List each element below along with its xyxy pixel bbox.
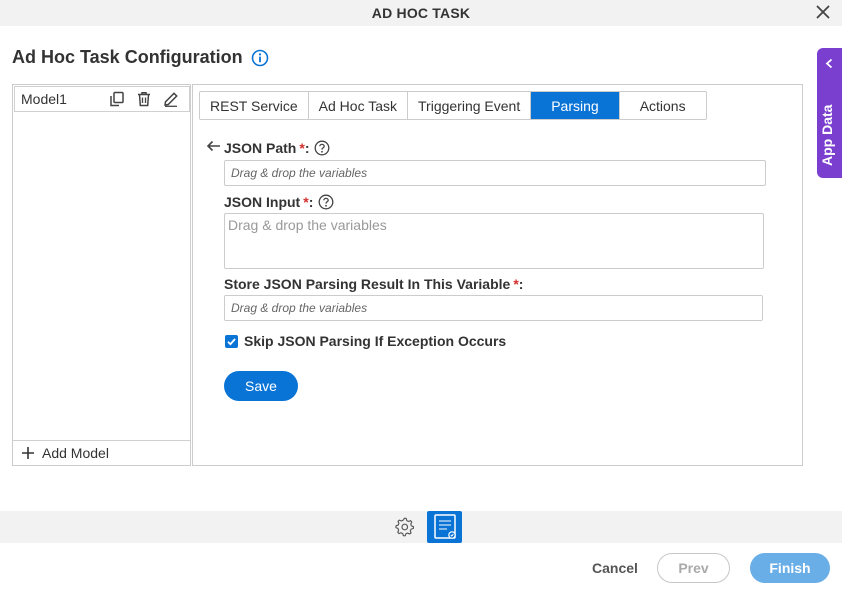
prev-button[interactable]: Prev — [657, 553, 730, 583]
skip-exception-label: Skip JSON Parsing If Exception Occurs — [244, 333, 507, 349]
json-input-label-text: JSON Input — [224, 194, 301, 210]
checkmark-icon — [227, 337, 236, 346]
finish-button[interactable]: Finish — [750, 553, 830, 583]
model-item[interactable]: Model1 — [14, 86, 190, 112]
page-title-text: Ad Hoc Task Configuration — [12, 47, 243, 67]
save-button[interactable]: Save — [224, 371, 298, 401]
help-icon[interactable] — [318, 194, 334, 210]
tab-bar: REST Service Ad Hoc Task Triggering Even… — [199, 91, 707, 120]
form-icon — [434, 514, 456, 539]
add-model-label: Add Model — [42, 445, 109, 461]
dialog-title-bar: AD HOC TASK — [0, 0, 842, 26]
skip-exception-option: Skip JSON Parsing If Exception Occurs — [225, 333, 506, 349]
json-path-placeholder: Drag & drop the variables — [231, 166, 368, 180]
dialog-title: AD HOC TASK — [371, 5, 471, 21]
back-arrow-icon[interactable] — [206, 140, 222, 152]
chevron-left-icon — [825, 58, 833, 69]
tab-actions[interactable]: Actions — [620, 92, 706, 119]
close-icon[interactable] — [814, 3, 832, 21]
json-input-label: JSON Input * : — [224, 194, 334, 210]
plus-icon — [22, 447, 34, 459]
label-colon: : — [304, 140, 310, 156]
skip-exception-checkbox[interactable] — [225, 334, 238, 348]
app-data-panel-toggle[interactable]: App Data — [817, 48, 842, 178]
page-title: Ad Hoc Task Configuration — [12, 47, 269, 68]
tab-triggering-event[interactable]: Triggering Event — [408, 92, 532, 119]
copy-icon[interactable] — [108, 90, 126, 108]
json-input-placeholder: Drag & drop the variables — [228, 217, 387, 233]
label-colon: : — [518, 276, 524, 292]
json-path-label-text: JSON Path — [224, 140, 297, 156]
store-result-label: Store JSON Parsing Result In This Variab… — [224, 276, 523, 292]
configuration-panel: REST Service Ad Hoc Task Triggering Even… — [192, 84, 803, 466]
cancel-button[interactable]: Cancel — [590, 553, 640, 583]
app-data-label: App Data — [819, 104, 835, 166]
workflow-designer-button[interactable] — [427, 511, 462, 543]
add-model-button[interactable]: Add Model — [13, 440, 190, 465]
json-path-label: JSON Path * : — [224, 140, 330, 156]
tab-ad-hoc-task[interactable]: Ad Hoc Task — [309, 92, 409, 119]
edit-icon[interactable] — [162, 90, 180, 108]
delete-icon[interactable] — [135, 90, 153, 108]
tab-rest-service[interactable]: REST Service — [200, 92, 309, 119]
json-input-textarea[interactable]: Drag & drop the variables — [224, 213, 764, 269]
json-path-input[interactable]: Drag & drop the variables — [224, 160, 766, 186]
help-icon[interactable] — [314, 140, 330, 156]
model-name: Model1 — [21, 91, 67, 107]
gear-icon[interactable] — [394, 516, 415, 537]
store-result-placeholder: Drag & drop the variables — [231, 301, 368, 315]
store-result-label-text: Store JSON Parsing Result In This Variab… — [224, 276, 511, 292]
bottom-toolbar — [0, 511, 842, 543]
model-list: Model1 Add Model — [12, 84, 191, 466]
label-colon: : — [308, 194, 314, 210]
info-icon[interactable] — [251, 49, 269, 67]
tab-parsing[interactable]: Parsing — [531, 92, 620, 119]
store-result-input[interactable]: Drag & drop the variables — [224, 295, 763, 321]
